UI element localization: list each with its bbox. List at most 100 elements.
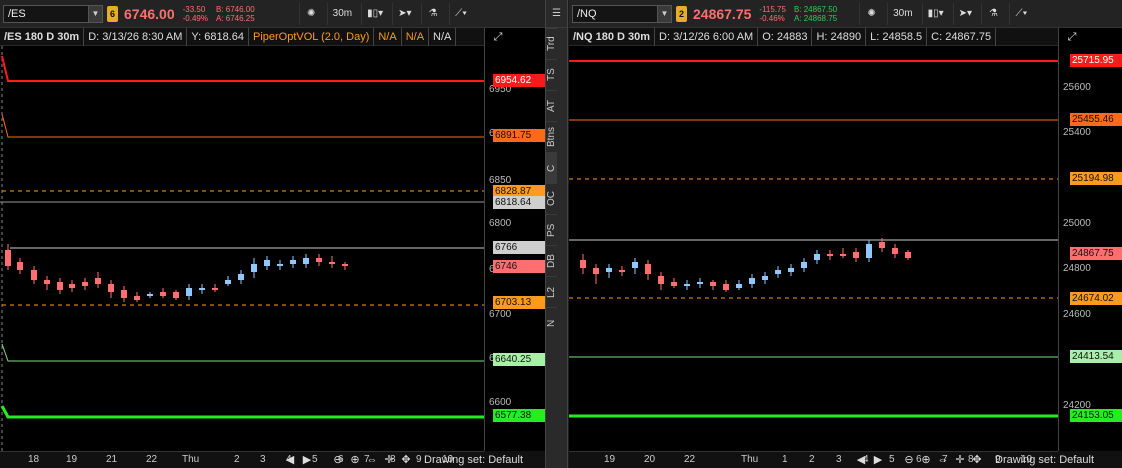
upper-red-line (1, 55, 484, 82)
sidebar-tab-ps[interactable]: PS (546, 214, 557, 245)
sidebar-tab-trd[interactable]: Trd (546, 28, 557, 59)
chart-type-icon[interactable]: ▮▯▾ (921, 2, 949, 25)
scroll-right-icon[interactable]: ▶ (300, 453, 314, 467)
symbol-selector[interactable]: /ES ▼ (3, 4, 103, 23)
candle-body (697, 282, 703, 284)
cursor-icon[interactable]: ➤▾ (392, 2, 416, 25)
candle-body (173, 292, 179, 298)
left-price-axis[interactable]: ⤢ 69506900685068006750670066506600 6954.… (484, 28, 545, 451)
bid-value: B: 24867.50 (793, 4, 838, 14)
drawing-set-label[interactable]: Drawing set: Default (424, 454, 523, 466)
fit-icon[interactable]: ⇔ (936, 453, 950, 467)
chg-value: -115.75 (759, 4, 786, 14)
left-chart-header: /ES 180 D 30m D: 3/13/26 8:30 AM Y: 6818… (0, 27, 484, 46)
right-price-axis[interactable]: ⤢ 25600 25400 25000 24800 24600 24200 25715.9… (1058, 28, 1122, 451)
study-value-1: N/A (374, 27, 402, 46)
price-tick: 24600 (1063, 309, 1091, 320)
candle-body (645, 264, 651, 274)
symbol-text: /ES (8, 7, 26, 20)
zoom-out-icon[interactable]: ⊖ (331, 453, 345, 467)
chart-title: /ES 180 D 30m (0, 27, 85, 46)
high-value: H: 24890 (812, 27, 867, 46)
candle-body (199, 288, 205, 290)
chevron-down-icon[interactable]: ▼ (88, 5, 102, 22)
chevron-down-icon[interactable]: ▼ (657, 5, 671, 22)
scroll-left-icon[interactable]: ◀ (283, 453, 297, 467)
zoom-out-icon[interactable]: ⊖ (902, 453, 916, 467)
price-tick: 6800 (489, 218, 512, 229)
candle-body (251, 264, 257, 272)
candle-body (632, 262, 638, 268)
interval-button[interactable]: 30m (326, 2, 357, 25)
expand-icon[interactable]: ⤢ (1065, 30, 1079, 44)
candle-body (762, 276, 768, 280)
sidebar-tab-at[interactable]: AT (546, 90, 557, 121)
studies-flask-icon[interactable]: ⚗ (420, 2, 445, 25)
left-chart-pane: /ES ▼ 6 6746.00 -33.50 -0.49% B: 6746.00 A:… (0, 0, 545, 468)
scroll-left-icon[interactable]: ◀ (854, 453, 868, 467)
price-label: 6766 (493, 241, 545, 254)
crosshair-icon[interactable]: ✛ (953, 453, 967, 467)
settings-gear-icon[interactable]: ✺ (298, 2, 323, 25)
drawing-set-label[interactable]: Drawing set: Default (995, 454, 1094, 466)
sidebar-tab-db[interactable]: DB (546, 245, 557, 276)
sidebar-tab-n[interactable]: N (546, 307, 557, 338)
time-tick: 20 (644, 454, 656, 465)
bid-ask: B: 6746.00 A: 6746.25 (216, 5, 255, 23)
time-tick: Thu (182, 454, 200, 465)
sidebar-tab-oc[interactable]: OC (546, 183, 557, 214)
cursor-icon[interactable]: ➤▾ (952, 2, 977, 25)
studies-flask-icon[interactable]: ⚗ (981, 2, 1005, 25)
left-toolbar: /ES ▼ 6 6746.00 -33.50 -0.49% B: 6746.00 A:… (0, 0, 545, 28)
time-tick: 22 (146, 454, 158, 465)
pan-icon[interactable]: ✥ (399, 453, 413, 467)
study-label[interactable]: PiperOptVOL (2.0, Day) (249, 27, 375, 46)
drawing-tools-icon[interactable]: ⟋▾ (448, 2, 473, 25)
sidebar-tab-l2[interactable]: L2 (546, 276, 557, 307)
candle-body (264, 260, 270, 266)
price-label: 6577.38 (493, 409, 545, 422)
candles-right (580, 238, 911, 292)
right-chart-area[interactable] (569, 28, 1058, 451)
candle-body (31, 270, 37, 280)
fit-icon[interactable]: ⇔ (365, 453, 379, 467)
candle-body (17, 262, 23, 270)
price-label: 24867.75 (1070, 247, 1122, 260)
candle-body (82, 282, 88, 286)
candle-body (736, 284, 742, 288)
sidebar-tab-ts[interactable]: TS (546, 59, 557, 90)
ask-value: A: 24868.75 (793, 13, 838, 23)
right-chart-pane: /NQ ▼ 2 24867.75 -115.75 -0.46% B: 24867.5… (569, 0, 1122, 468)
symbol-text: /NQ (577, 7, 597, 20)
settings-gear-icon[interactable]: ✺ (859, 2, 883, 25)
drawing-tools-icon[interactable]: ⟋▾ (1009, 2, 1033, 25)
left-chart-area[interactable] (0, 28, 484, 451)
link-badge[interactable]: 6 (107, 5, 118, 22)
candle-body (186, 288, 192, 296)
price-label: 6640.25 (493, 353, 545, 366)
zoom-in-icon[interactable]: ⊕ (919, 453, 933, 467)
candle-body (775, 270, 781, 274)
pan-icon[interactable]: ✥ (970, 453, 984, 467)
candle-body (290, 260, 296, 264)
price-tick: 25000 (1063, 218, 1091, 229)
sidebar-tab-btns[interactable]: Btns (546, 121, 557, 152)
zoom-in-icon[interactable]: ⊕ (348, 453, 362, 467)
scroll-right-icon[interactable]: ▶ (871, 453, 885, 467)
chart-type-icon[interactable]: ▮▯▾ (361, 2, 388, 25)
sidebar-tab-c[interactable]: C (546, 152, 557, 183)
left-bottom-controls: ◀ ▶ ⊖ ⊕ ⇔ ✛ ✥ Drawing set: Default (283, 451, 523, 468)
crosshair-icon[interactable]: ✛ (382, 453, 396, 467)
candle-body (342, 264, 348, 266)
link-badge[interactable]: 2 (676, 5, 687, 22)
last-price: 24867.75 (693, 5, 752, 22)
menu-icon[interactable]: ☰ (546, 0, 567, 28)
candle-body (710, 282, 716, 286)
lowest-green-line (0, 405, 484, 419)
candle-body (134, 296, 140, 300)
open-value: O: 24883 (758, 27, 813, 46)
interval-button[interactable]: 30m (887, 2, 917, 25)
symbol-selector[interactable]: /NQ ▼ (572, 4, 672, 23)
candle-body (749, 278, 755, 284)
expand-icon[interactable]: ⤢ (491, 30, 505, 44)
